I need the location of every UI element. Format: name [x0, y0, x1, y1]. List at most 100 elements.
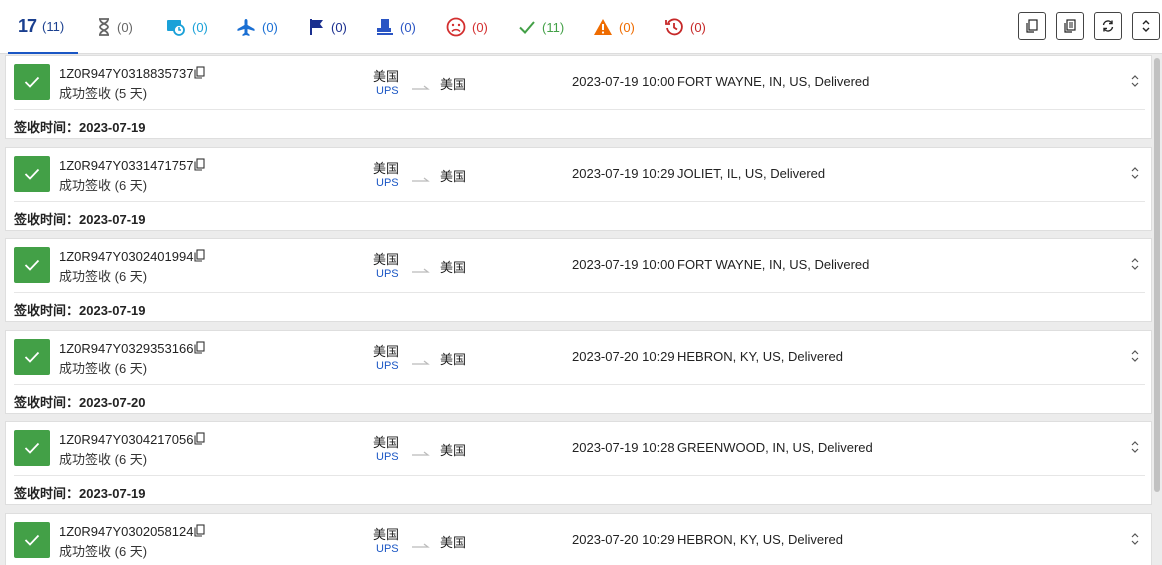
signed-time: 签收时间：2023-07-19	[14, 120, 146, 135]
signed-time: 签收时间：2023-07-20	[14, 395, 146, 410]
tab-in-transit-pickup[interactable]: (0)	[166, 0, 208, 54]
copy-icon[interactable]	[194, 249, 205, 267]
tab-undelivered[interactable]: (0)	[446, 0, 488, 54]
divider	[14, 109, 1145, 110]
shipment-card[interactable]: 1Z0R947Y0304217056 成功签收 (6 天) 美国 UPS 美国 …	[5, 421, 1152, 505]
plane-icon	[237, 19, 255, 36]
tab-in-transit[interactable]: (0)	[236, 0, 278, 54]
delivered-status-icon	[14, 430, 50, 466]
carrier-name[interactable]: UPS	[376, 451, 399, 463]
route-arrow-icon	[411, 444, 431, 462]
courier-icon	[377, 19, 393, 35]
delivery-status: 成功签收 (6 天)	[59, 452, 148, 467]
tracking-number: 1Z0R947Y0302058124	[59, 524, 194, 539]
shipment-card[interactable]: 1Z0R947Y0329353166 成功签收 (6 天) 美国 UPS 美国 …	[5, 330, 1152, 414]
shipment-card[interactable]: 1Z0R947Y0302058124 成功签收 (6 天) 美国 UPS 美国 …	[5, 513, 1152, 565]
event-time: 2023-07-20 10:29	[572, 532, 675, 547]
event-time: 2023-07-20 10:29	[572, 349, 675, 364]
refresh-icon	[1102, 20, 1114, 32]
tab-all[interactable]: 17 (11)	[8, 0, 78, 54]
tracking-number: 1Z0R947Y0329353166	[59, 341, 194, 356]
tab-count: (0)	[331, 19, 347, 35]
delivered-status-icon	[14, 339, 50, 375]
carrier-name[interactable]: UPS	[376, 85, 399, 97]
tab-expired[interactable]: (0)	[664, 0, 706, 54]
copy-icon[interactable]	[194, 524, 205, 542]
shipment-list[interactable]: 1Z0R947Y0318835737 成功签收 (5 天) 美国 UPS 美国 …	[0, 55, 1162, 565]
route-arrow-icon	[411, 261, 431, 279]
flag-icon	[310, 19, 323, 35]
shipment-card[interactable]: 1Z0R947Y0302401994 成功签收 (6 天) 美国 UPS 美国 …	[5, 238, 1152, 322]
tab-count: (0)	[400, 19, 416, 35]
tab-count: (11)	[542, 19, 565, 35]
refresh-button[interactable]	[1094, 12, 1122, 40]
signed-time: 签收时间：2023-07-19	[14, 212, 146, 227]
destination-country: 美国	[440, 352, 467, 367]
delivered-status-icon	[14, 156, 50, 192]
divider	[14, 201, 1145, 202]
destination-country: 美国	[440, 169, 467, 184]
tab-out-for-delivery[interactable]: (0)	[376, 0, 416, 54]
tab-not-found[interactable]: (0)	[97, 0, 133, 54]
scrollbar[interactable]	[1154, 58, 1160, 492]
tab-count: (11)	[42, 18, 65, 34]
history-icon	[665, 18, 683, 36]
expand-icon[interactable]	[1130, 532, 1140, 551]
copy-icon[interactable]	[194, 432, 205, 450]
delivery-status: 成功签收 (6 天)	[59, 361, 148, 376]
signed-time: 签收时间：2023-07-19	[14, 303, 146, 318]
tracking-number: 1Z0R947Y0304217056	[59, 432, 194, 447]
expand-icon[interactable]	[1130, 440, 1140, 459]
origin-country: 美国	[373, 344, 400, 359]
status-tab-bar: 17 (11) (0) (0) (0) (0) (0) (0) (11) (0)	[0, 0, 1162, 54]
route-arrow-icon	[411, 536, 431, 554]
expand-icon[interactable]	[1130, 166, 1140, 185]
copy-icon[interactable]	[194, 341, 205, 359]
signed-time: 签收时间：2023-07-19	[14, 486, 146, 501]
tracking-number: 1Z0R947Y0318835737	[59, 66, 194, 81]
hourglass-icon	[99, 18, 109, 36]
copy-icon[interactable]	[194, 66, 205, 84]
expand-icon[interactable]	[1130, 349, 1140, 368]
tab-count: (0)	[262, 19, 278, 35]
event-description: GREENWOOD, IN, US, Delivered	[677, 440, 873, 455]
truck-clock-icon	[167, 20, 185, 36]
route-arrow-icon	[411, 353, 431, 371]
check-icon	[519, 21, 535, 34]
delivery-status: 成功签收 (6 天)	[59, 178, 148, 193]
tab-count: (0)	[472, 19, 488, 35]
copy-all-button[interactable]	[1056, 12, 1084, 40]
logo-17-icon: 17	[18, 15, 37, 36]
expand-icon[interactable]	[1130, 257, 1140, 276]
expand-collapse-button[interactable]	[1132, 12, 1160, 40]
copy-icon	[1026, 19, 1038, 33]
carrier-name[interactable]: UPS	[376, 177, 399, 189]
tab-delivered[interactable]: (11)	[518, 0, 564, 54]
divider	[14, 384, 1145, 385]
tab-pick-up[interactable]: (0)	[309, 0, 347, 54]
sad-face-icon	[446, 17, 466, 37]
carrier-name[interactable]: UPS	[376, 268, 399, 280]
event-time: 2023-07-19 10:28	[572, 440, 675, 455]
event-description: JOLIET, IL, US, Delivered	[677, 166, 826, 181]
copy-all-icon	[1064, 19, 1076, 33]
delivered-status-icon	[14, 247, 50, 283]
origin-country: 美国	[373, 435, 400, 450]
destination-country: 美国	[440, 535, 467, 550]
tab-count: (0)	[690, 19, 706, 35]
divider	[14, 292, 1145, 293]
origin-country: 美国	[373, 252, 400, 267]
shipment-card[interactable]: 1Z0R947Y0331471757 成功签收 (6 天) 美国 UPS 美国 …	[5, 147, 1152, 231]
carrier-name[interactable]: UPS	[376, 360, 399, 372]
event-description: HEBRON, KY, US, Delivered	[677, 532, 843, 547]
shipment-card[interactable]: 1Z0R947Y0318835737 成功签收 (5 天) 美国 UPS 美国 …	[5, 55, 1152, 139]
expand-icon[interactable]	[1130, 74, 1140, 93]
route-arrow-icon	[411, 170, 431, 188]
copy-icon[interactable]	[194, 158, 205, 176]
delivered-status-icon	[14, 522, 50, 558]
tracking-number: 1Z0R947Y0302401994	[59, 249, 194, 264]
warning-icon	[594, 19, 612, 35]
tab-alert[interactable]: (0)	[593, 0, 635, 54]
carrier-name[interactable]: UPS	[376, 543, 399, 555]
copy-button[interactable]	[1018, 12, 1046, 40]
